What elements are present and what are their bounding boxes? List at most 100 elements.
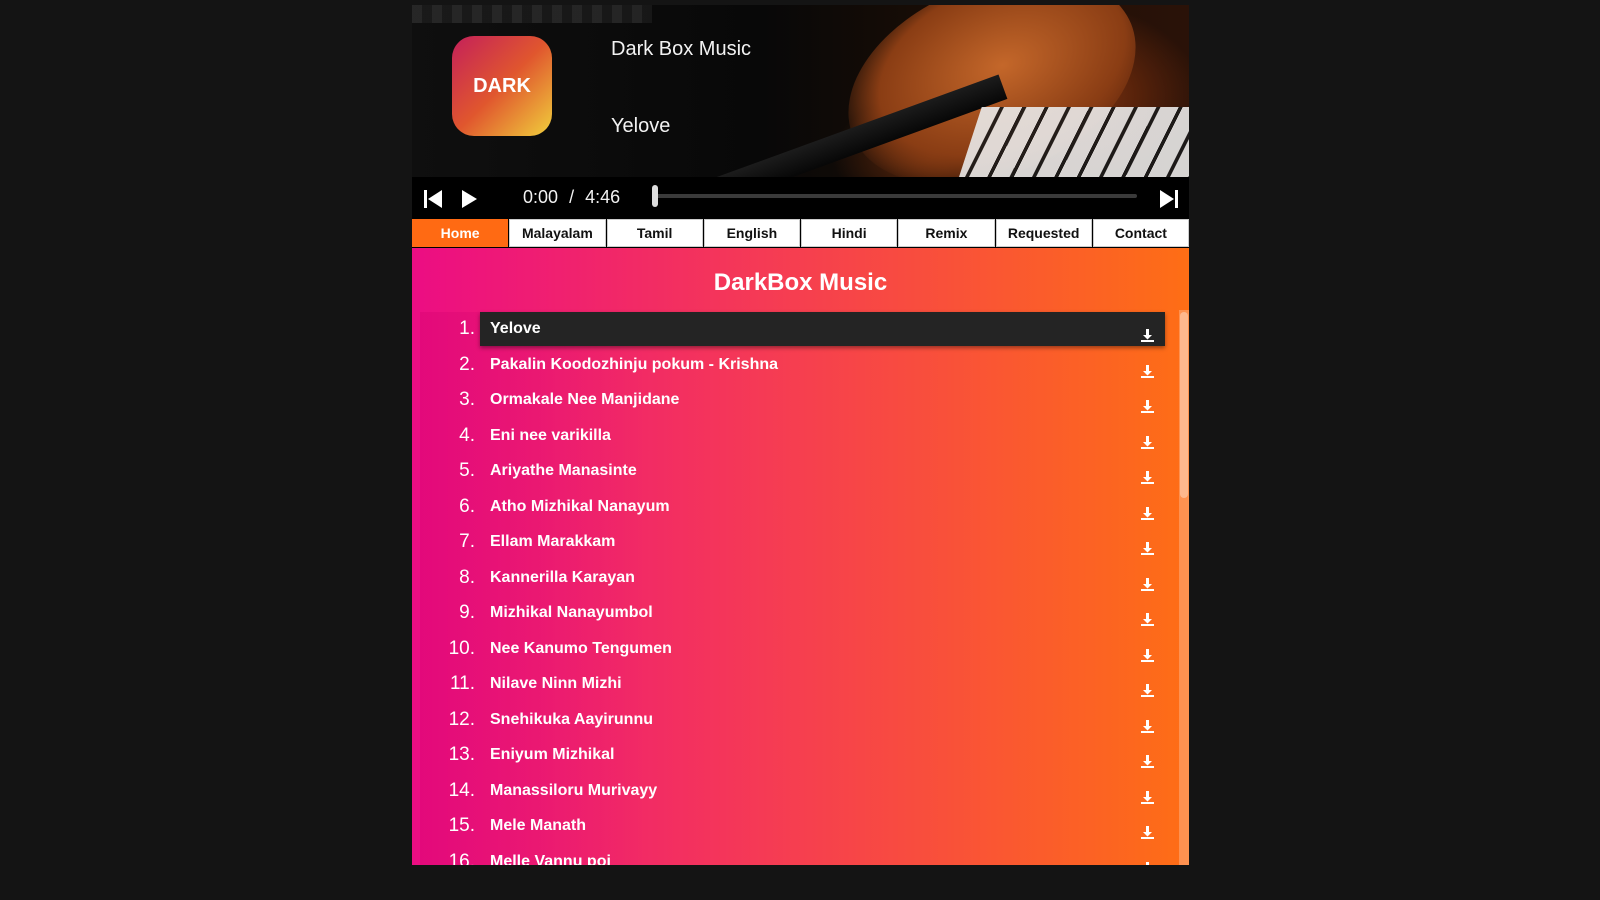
skip-previous-icon[interactable] [422, 188, 444, 210]
song-title[interactable]: Kannerilla Karayan [480, 561, 1165, 595]
tab-remix[interactable]: Remix [898, 219, 995, 247]
song-title-text: Ariyathe Manasinte [490, 462, 637, 479]
song-title-text: Yelove [490, 320, 541, 337]
song-number: 11. [449, 673, 475, 694]
song-title[interactable]: Nilave Ninn Mizhi [480, 667, 1165, 701]
song-row[interactable]: 4. Eni nee varikilla [420, 419, 1165, 453]
scrollbar-thumb[interactable] [1180, 312, 1188, 498]
song-title[interactable]: Yelove [480, 312, 1165, 346]
header-banner: DARK Dark Box Music Yelove [412, 5, 1189, 177]
song-title-text: Kannerilla Karayan [490, 568, 635, 586]
song-title[interactable]: Ormakale Nee Manjidane [480, 383, 1165, 417]
song-row[interactable]: 6. Atho Mizhikal Nanayum [420, 490, 1165, 524]
download-icon[interactable] [1140, 642, 1155, 662]
song-title[interactable]: Atho Mizhikal Nanayum [480, 490, 1165, 524]
tab-requested[interactable]: Requested [995, 219, 1092, 247]
song-row[interactable]: 16. Melle Vannu poi [420, 845, 1165, 866]
tab-tamil[interactable]: Tamil [606, 219, 703, 247]
song-title[interactable]: Pakalin Koodozhinju pokum - Krishna [480, 348, 1165, 382]
song-number: 9. [459, 602, 475, 623]
tab-malayalam[interactable]: Malayalam [509, 219, 606, 247]
play-icon[interactable] [458, 188, 480, 210]
song-number: 13. [448, 744, 475, 765]
download-icon[interactable] [1140, 322, 1155, 342]
tab-contact[interactable]: Contact [1092, 219, 1189, 247]
content-area: DarkBox Music 1. Yelove 2. Pakalin Koodozhi… [412, 248, 1189, 865]
current-time: 0:00 [523, 187, 559, 207]
tab-hindi[interactable]: Hindi [801, 219, 898, 247]
song-row[interactable]: 5. Ariyathe Manasinte [420, 454, 1165, 488]
music-app: DARK Dark Box Music Yelove 0:00 / 4:46 H… [412, 5, 1189, 865]
download-icon[interactable] [1140, 393, 1155, 413]
song-title-text: Nee Kanumo Tengumen [490, 639, 672, 657]
song-number: 1. [459, 318, 475, 339]
song-row[interactable]: 10. Nee Kanumo Tengumen [420, 632, 1165, 666]
song-title[interactable]: Eniyum Mizhikal [480, 738, 1165, 772]
song-title[interactable]: Manassiloru Murivayy [480, 774, 1165, 808]
time-separator: / [569, 187, 575, 207]
song-row[interactable]: 13. Eniyum Mizhikal [420, 738, 1165, 772]
download-icon[interactable] [1140, 713, 1155, 733]
song-title-text: Ellam Marakkam [490, 533, 616, 550]
song-number: 5. [459, 460, 475, 481]
song-title[interactable]: Snehikuka Aayirunnu [480, 703, 1165, 737]
song-title[interactable]: Mele Manath [480, 809, 1165, 843]
song-title-text: Ormakale Nee Manjidane [490, 391, 680, 408]
download-icon[interactable] [1140, 855, 1155, 865]
song-row[interactable]: 8. Kannerilla Karayan [420, 561, 1165, 595]
site-name: Dark Box Music [611, 38, 752, 60]
song-title[interactable]: Melle Vannu poi [480, 845, 1165, 866]
download-icon[interactable] [1140, 358, 1155, 378]
song-row[interactable]: 9. Mizhikal Nanayumbol [420, 596, 1165, 630]
song-row[interactable]: 7. Ellam Marakkam [420, 525, 1165, 559]
song-number: 10. [448, 637, 475, 659]
download-icon[interactable] [1140, 748, 1155, 768]
song-row[interactable]: 2. Pakalin Koodozhinju pokum - Krishna [420, 348, 1165, 382]
song-title[interactable]: Ariyathe Manasinte [480, 454, 1165, 488]
song-row[interactable]: 14. Manassiloru Murivayy [420, 774, 1165, 808]
download-icon[interactable] [1140, 677, 1155, 697]
song-row[interactable]: 12. Snehikuka Aayirunnu [420, 703, 1165, 737]
song-title-text: Mizhikal Nanayumbol [490, 604, 653, 621]
song-number: 14. [448, 779, 475, 801]
song-title[interactable]: Ellam Marakkam [480, 525, 1165, 559]
duration: 4:46 [585, 187, 621, 207]
song-row[interactable]: 1. Yelove [420, 312, 1165, 346]
time-display: 0:00 / 4:46 [523, 187, 620, 208]
song-title-text: Atho Mizhikal Nanayum [490, 497, 670, 515]
song-title[interactable]: Eni nee varikilla [480, 419, 1165, 453]
song-row[interactable]: 15. Mele Manath [420, 809, 1165, 843]
skip-next-icon[interactable] [1158, 188, 1180, 210]
song-number: 6. [459, 495, 475, 517]
song-title[interactable]: Mizhikal Nanayumbol [480, 596, 1165, 630]
seek-handle[interactable] [652, 185, 658, 207]
logo[interactable]: DARK [452, 36, 552, 136]
seek-bar[interactable] [652, 185, 1137, 207]
song-title-text: Melle Vannu poi [490, 852, 611, 866]
download-icon[interactable] [1140, 606, 1155, 626]
download-icon[interactable] [1140, 500, 1155, 520]
song-title-text: Eniyum Mizhikal [490, 746, 615, 763]
song-title-text: Pakalin Koodozhinju pokum - Krishna [490, 355, 779, 373]
song-number: 15. [448, 815, 475, 836]
song-title-text: Snehikuka Aayirunnu [490, 710, 653, 728]
song-title-text: Mele Manath [490, 817, 587, 834]
song-title[interactable]: Nee Kanumo Tengumen [480, 632, 1165, 666]
song-row[interactable]: 3. Ormakale Nee Manjidane [420, 383, 1165, 417]
scrollbar[interactable] [1179, 310, 1189, 865]
song-number: 4. [459, 424, 475, 446]
download-icon[interactable] [1140, 429, 1155, 449]
download-icon[interactable] [1140, 784, 1155, 804]
download-icon[interactable] [1140, 571, 1155, 591]
song-title-text: Nilave Ninn Mizhi [490, 675, 622, 692]
download-icon[interactable] [1140, 464, 1155, 484]
download-icon[interactable] [1140, 535, 1155, 555]
tab-home[interactable]: Home [412, 219, 509, 247]
song-row[interactable]: 11. Nilave Ninn Mizhi [420, 667, 1165, 701]
download-icon[interactable] [1140, 819, 1155, 839]
player-bar: 0:00 / 4:46 [412, 177, 1189, 218]
tab-english[interactable]: English [703, 219, 800, 247]
page-title: DarkBox Music [713, 269, 888, 296]
song-title-text: Eni nee varikilla [490, 426, 611, 444]
song-number: 7. [459, 531, 475, 552]
